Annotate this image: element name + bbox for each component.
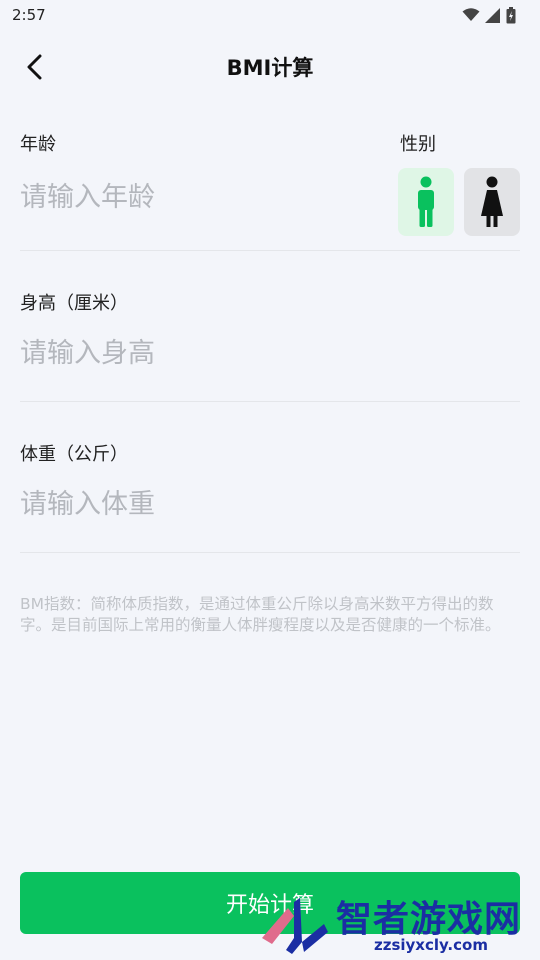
male-icon	[418, 176, 434, 227]
gender-male-button[interactable]	[398, 168, 454, 236]
chevron-left-icon	[27, 54, 42, 80]
bmi-description: BM指数：简称体质指数，是通过体重公斤除以身高米数平方得出的数字。是目前国际上常…	[20, 595, 501, 634]
weight-field-row: 体重（公斤）	[20, 402, 520, 553]
app-bar: BMI计算	[0, 38, 540, 96]
page-title: BMI计算	[226, 56, 314, 80]
back-button[interactable]	[14, 47, 56, 87]
weight-label: 体重（公斤）	[20, 444, 128, 465]
status-bar: 2:57	[0, 0, 540, 30]
gender-label: 性别	[400, 134, 436, 155]
start-calculate-button[interactable]: 开始计算	[20, 872, 520, 934]
height-label: 身高（厘米）	[20, 293, 128, 314]
weight-input[interactable]	[20, 489, 380, 520]
status-icons	[462, 6, 516, 24]
signal-icon	[485, 7, 500, 23]
status-time: 2:57	[12, 6, 46, 24]
age-label: 年龄	[20, 134, 56, 155]
gender-female-button[interactable]	[464, 168, 520, 236]
female-icon	[481, 176, 503, 227]
watermark-url: zzsiyxcly.com	[374, 936, 488, 954]
age-field-row: 年龄 性别	[20, 120, 520, 251]
bmi-form: 年龄 性别 身高（厘米） 体重（公斤）	[20, 120, 520, 553]
age-input[interactable]	[20, 182, 380, 213]
height-field-row: 身高（厘米）	[20, 251, 520, 402]
wifi-icon	[462, 8, 480, 21]
height-input[interactable]	[20, 338, 380, 369]
battery-icon	[506, 6, 516, 23]
